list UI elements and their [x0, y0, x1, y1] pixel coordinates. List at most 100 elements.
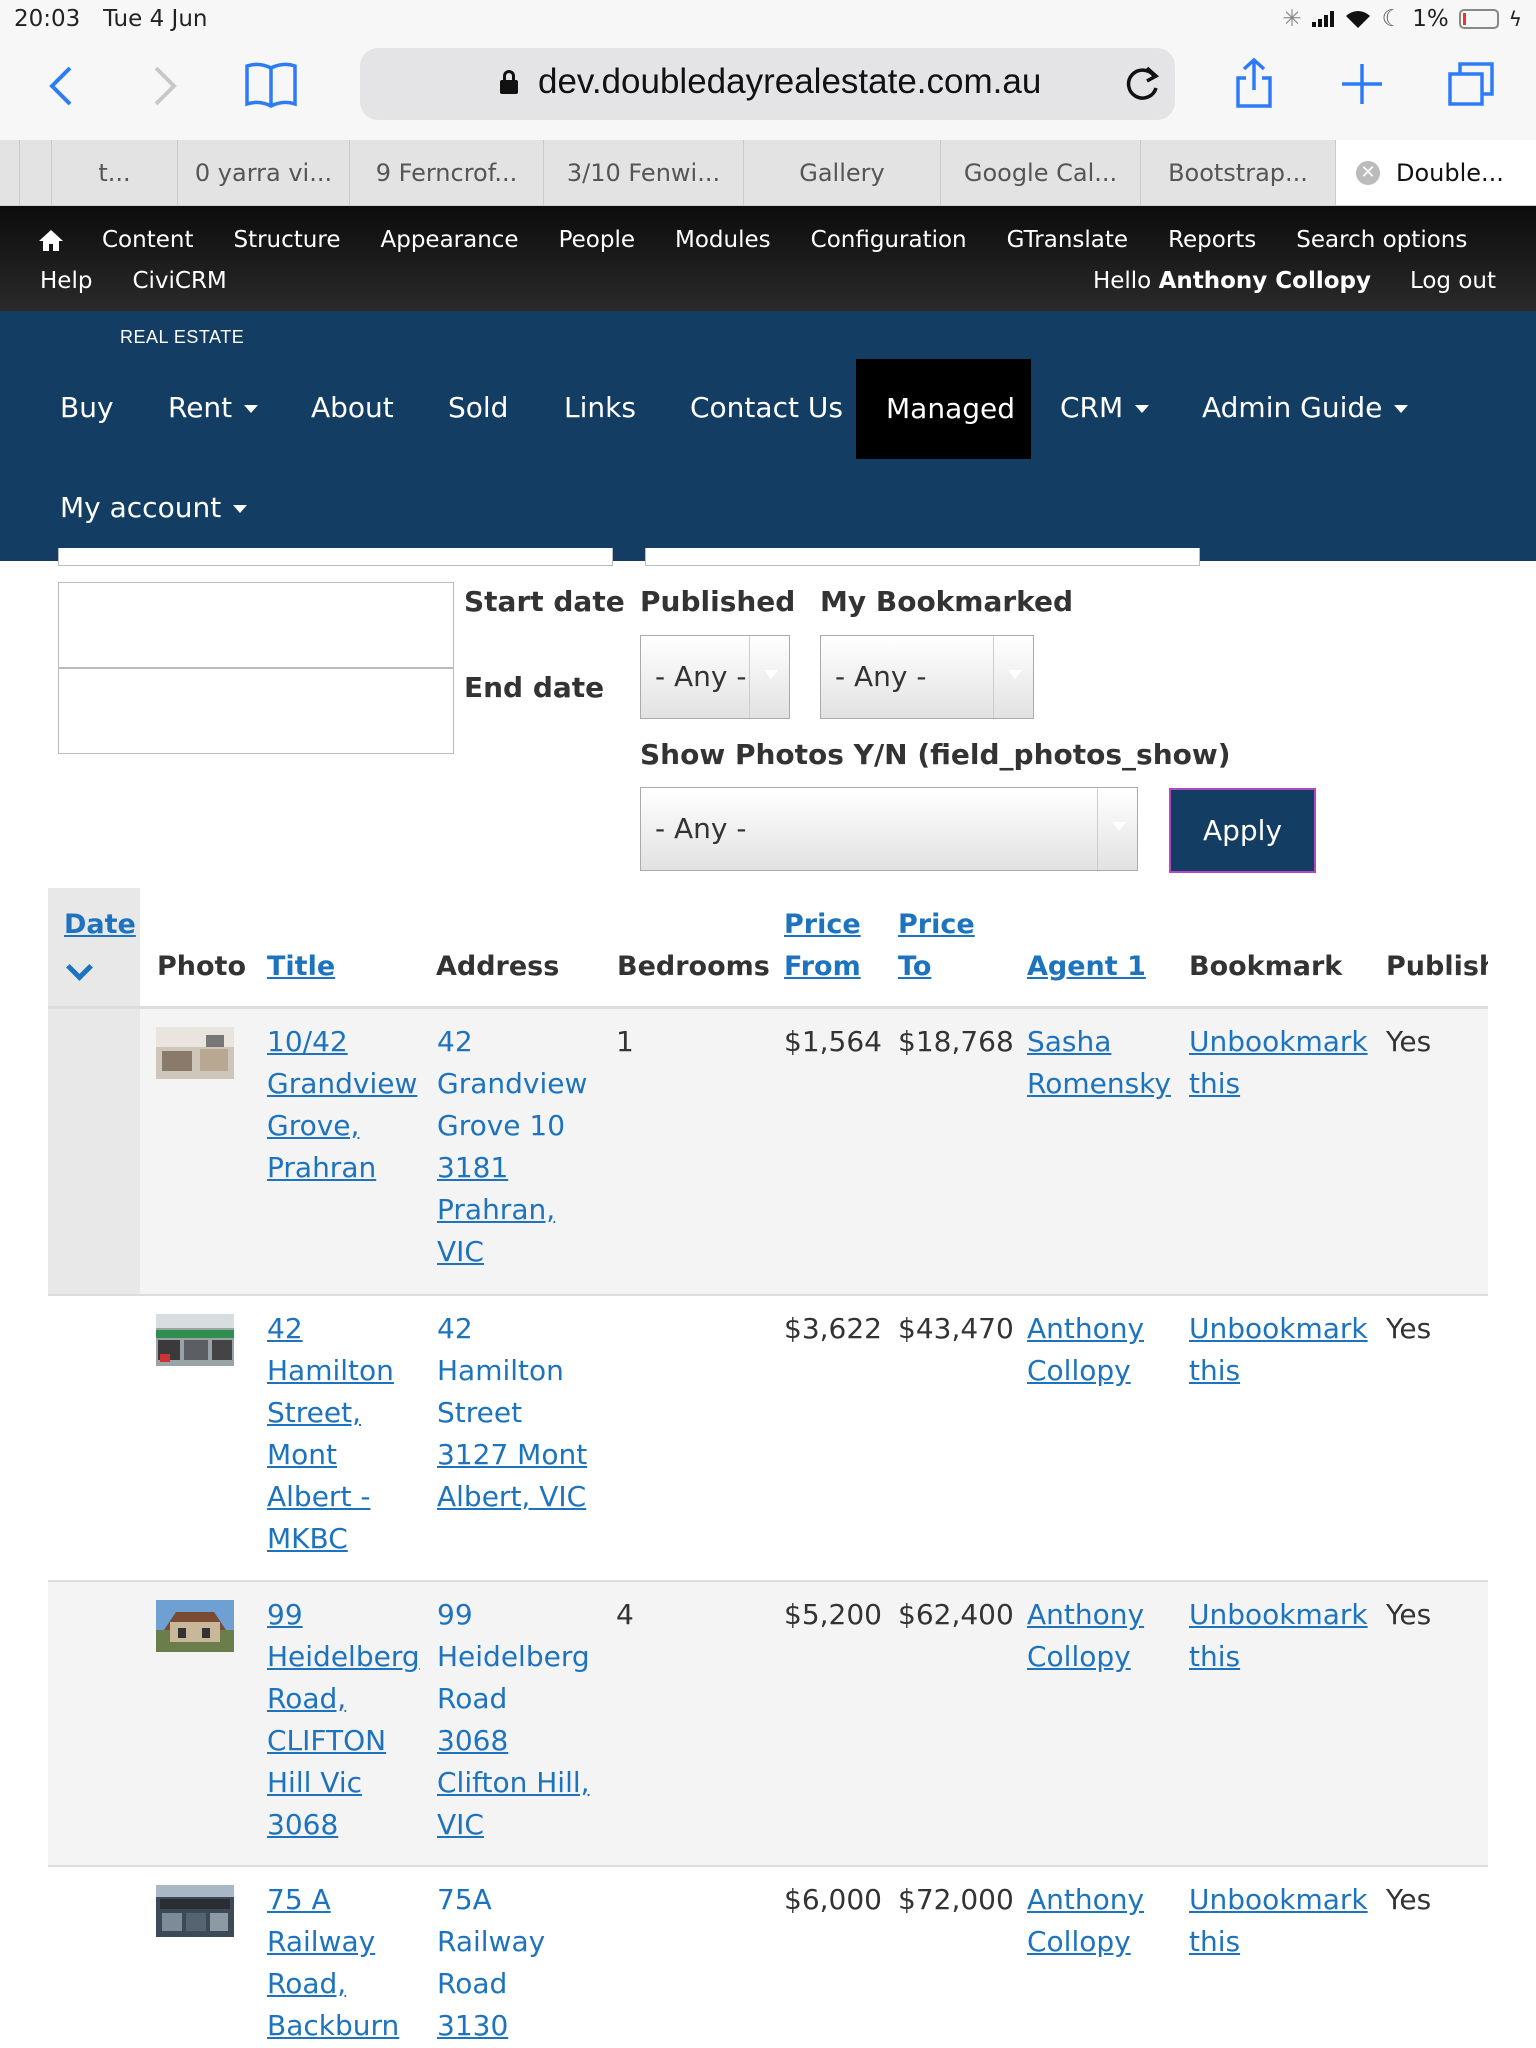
home-icon[interactable] — [38, 228, 64, 252]
admin-menu-help[interactable]: Help — [40, 268, 92, 294]
unbookmark-link[interactable]: Unbookmark this — [1189, 1594, 1368, 1678]
table-row: 75 A Railway Road, Backburn 75A Railway Road … — [48, 1867, 1488, 2048]
listing-title-link[interactable]: 10/42 Grandview Grove, Prahran — [267, 1021, 417, 1189]
browser-tab[interactable]: Google Cal... — [941, 140, 1141, 205]
listing-title-link[interactable]: 75 A Railway Road, Backburn — [267, 1879, 399, 2047]
reload-icon[interactable] — [1123, 64, 1161, 104]
admin-menu-modules[interactable]: Modules — [675, 227, 771, 253]
unbookmark-link[interactable]: Unbookmark this — [1189, 1021, 1368, 1105]
admin-menu-appearance[interactable]: Appearance — [380, 227, 518, 253]
browser-tab[interactable]: 0 yarra vi... — [178, 140, 350, 205]
bookmarked-select[interactable]: - Any - — [820, 635, 1034, 719]
tabs-icon[interactable] — [1446, 60, 1496, 108]
sort-desc-icon[interactable] — [70, 958, 90, 978]
agent-link[interactable]: Anthony Collopy — [1027, 1594, 1144, 1678]
nav-buy[interactable]: Buy — [60, 358, 114, 458]
plus-icon[interactable] — [1340, 62, 1384, 106]
address-postcode-link[interactable]: 3130 — [437, 2005, 545, 2047]
nav-rent[interactable]: Rent — [168, 358, 259, 458]
lock-icon — [500, 70, 518, 94]
nav-managed[interactable]: Managed — [856, 359, 1031, 459]
agent-line: Anthony — [1027, 1598, 1145, 1631]
user-name[interactable]: Anthony Collopy — [1159, 268, 1371, 294]
address-postcode-link[interactable]: 3068 — [437, 1720, 590, 1762]
admin-menu-gtranslate[interactable]: GTranslate — [1007, 227, 1128, 253]
photos-label: Show Photos Y/N (field_photos_show) — [640, 738, 1231, 771]
end-date-input[interactable] — [58, 668, 454, 754]
listing-photo[interactable] — [156, 1027, 234, 1079]
forward-chevron-icon[interactable] — [152, 64, 178, 108]
unbookmark-link[interactable]: Unbookmark this — [1189, 1879, 1368, 1963]
address-state-link[interactable]: Albert, VIC — [437, 1476, 587, 1518]
address-state-link[interactable]: VIC — [437, 1231, 587, 1273]
apply-button[interactable]: Apply — [1169, 788, 1316, 873]
date-header[interactable]: Date — [64, 904, 136, 946]
unbookmark-link[interactable]: Unbookmark this — [1189, 1308, 1368, 1392]
previous-filter-input[interactable] — [645, 548, 1200, 566]
date-cell — [48, 1867, 140, 2048]
address-postcode-link[interactable]: 3181 — [437, 1147, 587, 1189]
admin-menu-people[interactable]: People — [559, 227, 635, 253]
close-tab-icon[interactable]: ✕ — [1356, 160, 1380, 185]
logout-link[interactable]: Log out — [1410, 268, 1496, 294]
price-from-header-2[interactable]: From — [784, 946, 861, 988]
listing-title-link[interactable]: 99 Heidelberg Road, CLIFTON Hill Vic 3068 — [267, 1594, 420, 1846]
price-to-header[interactable]: Price — [898, 904, 975, 946]
listing-address: 42 Grandview Grove 10 3181 Prahran, VIC — [437, 1021, 587, 1273]
address-state-link[interactable]: VIC — [437, 1804, 590, 1846]
admin-menu-configuration[interactable]: Configuration — [811, 227, 967, 253]
title-header[interactable]: Title — [267, 946, 335, 988]
agent-header[interactable]: Agent 1 — [1027, 946, 1146, 988]
admin-menu-search-options[interactable]: Search options — [1296, 227, 1467, 253]
listing-photo[interactable] — [156, 1314, 234, 1366]
nav-contact-us[interactable]: Contact Us — [690, 358, 843, 458]
book-icon[interactable] — [243, 60, 299, 108]
price-to-header-2[interactable]: To — [898, 946, 931, 988]
photo-header: Photo — [157, 951, 247, 982]
published-select[interactable]: - Any - — [640, 635, 790, 719]
agent-link[interactable]: Anthony Collopy — [1027, 1879, 1144, 1963]
listing-title-link[interactable]: 42 Hamilton Street, Mont Albert - MKBC — [267, 1308, 394, 1560]
back-chevron-icon[interactable] — [48, 64, 74, 108]
browser-tab[interactable]: 9 Ferncrof... — [350, 140, 544, 205]
photos-select[interactable]: - Any - — [640, 787, 1138, 871]
logo-subtitle[interactable]: REAL ESTATE — [120, 327, 244, 348]
nav-links[interactable]: Links — [564, 358, 636, 458]
address-suburb-link[interactable]: Clifton Hill, — [437, 1762, 590, 1804]
nav-my-account[interactable]: My account — [60, 458, 248, 558]
site-header: REAL ESTATE Buy Rent About Sold Links Co… — [0, 311, 1536, 561]
nav-label: Buy — [60, 391, 114, 424]
admin-menu-reports[interactable]: Reports — [1168, 227, 1256, 253]
listing-photo[interactable] — [156, 1600, 234, 1652]
nav-crm[interactable]: CRM — [1060, 358, 1150, 458]
tab-pinned[interactable] — [0, 140, 20, 205]
agent-link[interactable]: Anthony Collopy — [1027, 1308, 1144, 1392]
agent-link[interactable]: Sasha Romensky — [1027, 1021, 1171, 1105]
listing-photo[interactable] — [156, 1885, 234, 1937]
title-line: CLIFTON — [267, 1724, 387, 1757]
price-from-header[interactable]: Price — [784, 904, 861, 946]
share-icon[interactable] — [1234, 56, 1274, 110]
browser-tab[interactable]: t... — [52, 140, 178, 205]
address-bar[interactable]: dev.doubledayrealestate.com.au — [360, 48, 1175, 120]
nav-about[interactable]: About — [311, 358, 394, 458]
url-text[interactable]: dev.doubledayrealestate.com.au — [538, 62, 1041, 102]
address-suburb-link[interactable]: Prahran, — [437, 1189, 587, 1231]
address-suburb-link[interactable]: 3127 Mont — [437, 1434, 587, 1476]
browser-tab-active[interactable]: ✕ Double... — [1336, 140, 1536, 205]
browser-tab[interactable]: Bootstrap... — [1141, 140, 1336, 205]
browser-tab[interactable]: 3/10 Fenwi... — [544, 140, 744, 205]
browser-tab[interactable]: Gallery — [744, 140, 941, 205]
start-date-input[interactable] — [58, 582, 454, 668]
bedrooms-cell: 1 — [616, 1025, 634, 1058]
nav-label: Admin Guide — [1202, 391, 1383, 424]
admin-menu-structure[interactable]: Structure — [233, 227, 340, 253]
nav-admin-guide[interactable]: Admin Guide — [1202, 358, 1409, 458]
nav-sold[interactable]: Sold — [448, 358, 508, 458]
admin-menu-content[interactable]: Content — [102, 227, 193, 253]
bookmark-line: Unbookmark — [1189, 1598, 1368, 1631]
title-line: Backburn — [267, 2009, 400, 2042]
tab-pinned[interactable] — [20, 140, 52, 205]
admin-menu-civicrm[interactable]: CiviCRM — [132, 268, 226, 294]
previous-filter-input[interactable] — [58, 548, 613, 566]
